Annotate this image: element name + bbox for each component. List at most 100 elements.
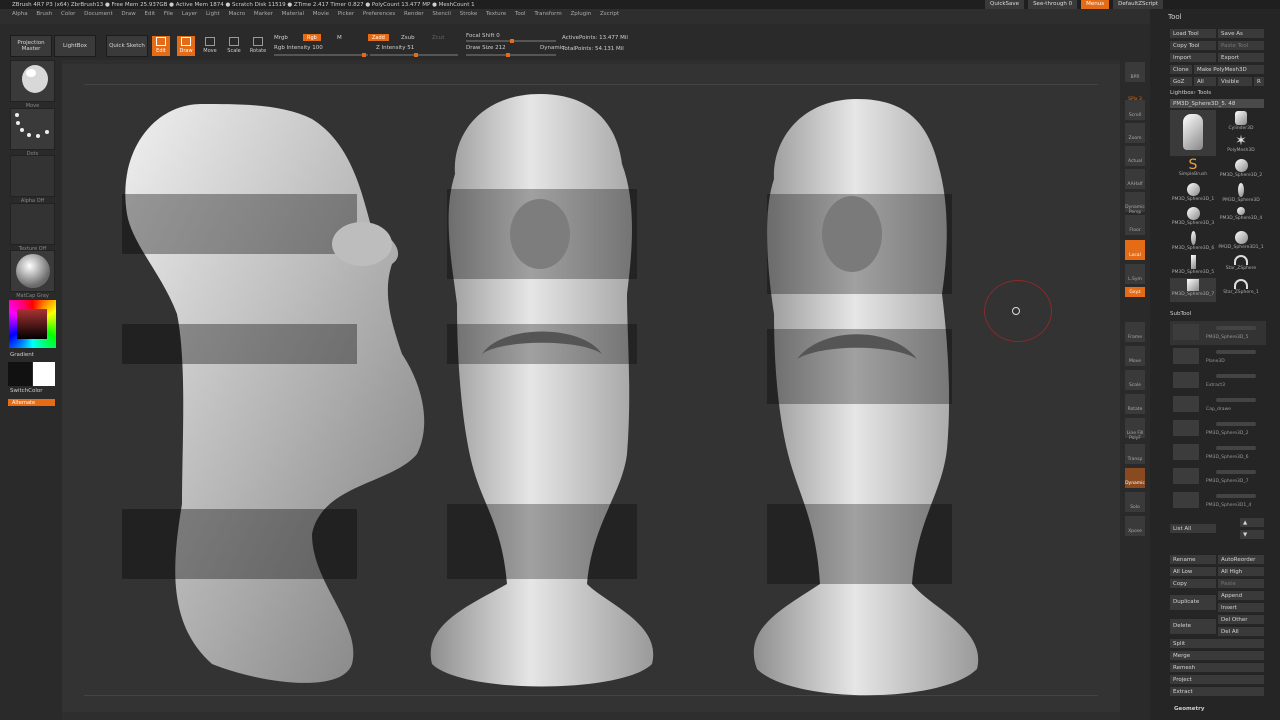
subtool-row[interactable]: PM3D_Sphere3D_6 — [1170, 441, 1266, 465]
menu-render[interactable]: Render — [404, 11, 424, 17]
scale-mode-button[interactable]: Scale — [225, 36, 243, 56]
tool-thumb-sphere1[interactable]: PM3D_Sphere3D_1 — [1170, 182, 1216, 206]
rgb-toggle[interactable]: Rgb — [303, 34, 321, 41]
goz-all-button[interactable]: All — [1194, 77, 1216, 86]
paste-button[interactable]: Paste — [1218, 579, 1264, 588]
export-button[interactable]: Export — [1218, 53, 1264, 62]
duplicate-button[interactable]: Duplicate — [1170, 595, 1216, 610]
z-intensity-knob[interactable] — [414, 53, 418, 57]
merge-menu[interactable]: Merge — [1170, 651, 1264, 660]
menu-edit[interactable]: Edit — [145, 11, 156, 17]
menu-stroke[interactable]: Stroke — [460, 11, 478, 17]
see-through-slider[interactable]: See-through 0 — [1028, 0, 1078, 9]
subtool-move-up-button[interactable]: ▲ — [1240, 518, 1264, 527]
dynamic-toggle[interactable]: Dynamic — [540, 45, 564, 51]
subtool-row[interactable]: Cap_drawe — [1170, 393, 1266, 417]
tool-thumb-sphere5[interactable]: PM3D_Sphere3D_5 — [1170, 254, 1216, 278]
rotate-view-button[interactable]: Rotate — [1125, 394, 1145, 414]
lightbox-button[interactable]: LightBox — [54, 35, 96, 57]
z-intensity-slider[interactable]: Z Intensity 51 — [376, 45, 414, 51]
subtool-toggles[interactable] — [1216, 350, 1256, 354]
menu-tool[interactable]: Tool — [515, 11, 526, 17]
insert-button[interactable]: Insert — [1218, 603, 1264, 612]
rgb-intensity-track[interactable] — [274, 53, 368, 57]
draw-size-track[interactable] — [466, 53, 556, 57]
list-all-button[interactable]: List All — [1170, 524, 1216, 533]
color-picker[interactable] — [9, 300, 56, 348]
lsym-button[interactable]: L.Sym — [1125, 264, 1145, 284]
rgb-intensity-knob[interactable] — [362, 53, 366, 57]
subtool-toggles[interactable] — [1216, 494, 1256, 498]
menus-button[interactable]: Menus — [1081, 0, 1110, 9]
tool-thumb-simplebrush[interactable]: S SimpleBrush — [1170, 158, 1216, 182]
make-polymesh-button[interactable]: Make PolyMesh3D — [1194, 65, 1264, 74]
menu-file[interactable]: File — [164, 11, 173, 17]
del-all-button[interactable]: Del All — [1218, 627, 1264, 636]
subtool-toggles[interactable] — [1216, 374, 1256, 378]
color-picker-square[interactable] — [17, 309, 47, 339]
load-tool-button[interactable]: Load Tool — [1170, 29, 1216, 38]
tool-thumb-sphere4[interactable]: PM3D_Sphere3D_4 — [1218, 206, 1264, 230]
menu-picker[interactable]: Picker — [338, 11, 354, 17]
tool-thumb-sphere[interactable]: PM3D_Sphere3D — [1218, 182, 1264, 206]
tool-thumb-sphere6[interactable]: PM3D_Sphere3D_6 — [1170, 230, 1216, 254]
geometry-menu[interactable]: Geometry — [1174, 706, 1204, 712]
frame-button[interactable]: Frame — [1125, 322, 1145, 342]
quicksave-button[interactable]: QuickSave — [985, 0, 1025, 9]
z-intensity-track[interactable] — [370, 53, 458, 57]
goz-r-button[interactable]: R — [1254, 77, 1264, 86]
split-menu[interactable]: Split — [1170, 639, 1264, 648]
tool-thumb-sphere1-1[interactable]: PM3D_Sphere3D1_1 — [1218, 230, 1264, 254]
brush-selector[interactable] — [10, 60, 55, 102]
menu-marker[interactable]: Marker — [254, 11, 273, 17]
ghost-button[interactable]: Dynamic — [1125, 468, 1145, 488]
actual-button[interactable]: Actual — [1125, 146, 1145, 166]
focal-shift-slider[interactable]: Focal Shift 0 — [466, 33, 500, 39]
menu-light[interactable]: Light — [206, 11, 220, 17]
menu-zscript[interactable]: Zscript — [600, 11, 619, 17]
menu-material[interactable]: Material — [282, 11, 304, 17]
menu-stencil[interactable]: Stencil — [432, 11, 451, 17]
subtool-toggles[interactable] — [1216, 398, 1256, 402]
autoreorder-button[interactable]: AutoReorder — [1218, 555, 1264, 564]
subtool-row[interactable]: PM3D_Sphere3D1_4 — [1170, 489, 1266, 513]
solo-button[interactable]: Solo — [1125, 492, 1145, 512]
tool-thumb-cylinder[interactable]: Cylinder3D — [1218, 110, 1264, 134]
gradient-toggle[interactable]: Gradient — [10, 352, 34, 358]
rotate-mode-button[interactable]: Rotate — [249, 36, 267, 56]
delete-button[interactable]: Delete — [1170, 619, 1216, 634]
default-zscript-button[interactable]: DefaultZScript — [1113, 0, 1163, 9]
bpr-button[interactable]: BPR — [1125, 62, 1145, 82]
local-button[interactable]: Local — [1125, 240, 1145, 260]
move-mode-button[interactable]: Move — [201, 36, 219, 56]
zsub-toggle[interactable]: Zsub — [401, 35, 415, 41]
draw-size-slider[interactable]: Draw Size 212 — [466, 45, 506, 51]
material-selector[interactable] — [10, 250, 55, 292]
menu-preferences[interactable]: Preferences — [363, 11, 395, 17]
polyf-button[interactable]: Line Fill PolyF — [1125, 418, 1145, 441]
menu-draw[interactable]: Draw — [121, 11, 135, 17]
menu-alpha[interactable]: Alpha — [12, 11, 28, 17]
copy-tool-button[interactable]: Copy Tool — [1170, 41, 1216, 50]
subtool-toggles[interactable] — [1216, 326, 1256, 330]
copy-button[interactable]: Copy — [1170, 579, 1216, 588]
persp-button[interactable]: Dynamic Persp — [1125, 192, 1145, 215]
xpose-button[interactable]: Xpose — [1125, 516, 1145, 536]
menu-layer[interactable]: Layer — [182, 11, 197, 17]
extract-menu[interactable]: Extract — [1170, 687, 1264, 696]
zadd-toggle[interactable]: Zadd — [368, 34, 389, 41]
menu-document[interactable]: Document — [84, 11, 113, 17]
all-low-button[interactable]: All Low — [1170, 567, 1216, 576]
aahalf-button[interactable]: AAHalf — [1125, 169, 1145, 189]
menu-brush[interactable]: Brush — [36, 11, 52, 17]
subtool-toggles[interactable] — [1216, 422, 1256, 426]
subtool-toggles[interactable] — [1216, 470, 1256, 474]
tool-thumb-current[interactable] — [1170, 110, 1216, 156]
tool-thumb-sphere3[interactable]: PM3D_Sphere3D_3 — [1170, 206, 1216, 230]
subtool-row[interactable]: PM3D_Sphere3D_2 — [1170, 417, 1266, 441]
menu-transform[interactable]: Transform — [534, 11, 561, 17]
project-menu[interactable]: Project — [1170, 675, 1264, 684]
tool-thumb-sphere7[interactable]: PM3D_Sphere3D_7 — [1170, 278, 1216, 302]
scale-view-button[interactable]: Scale — [1125, 370, 1145, 390]
subtool-row[interactable]: Plane3D — [1170, 345, 1266, 369]
